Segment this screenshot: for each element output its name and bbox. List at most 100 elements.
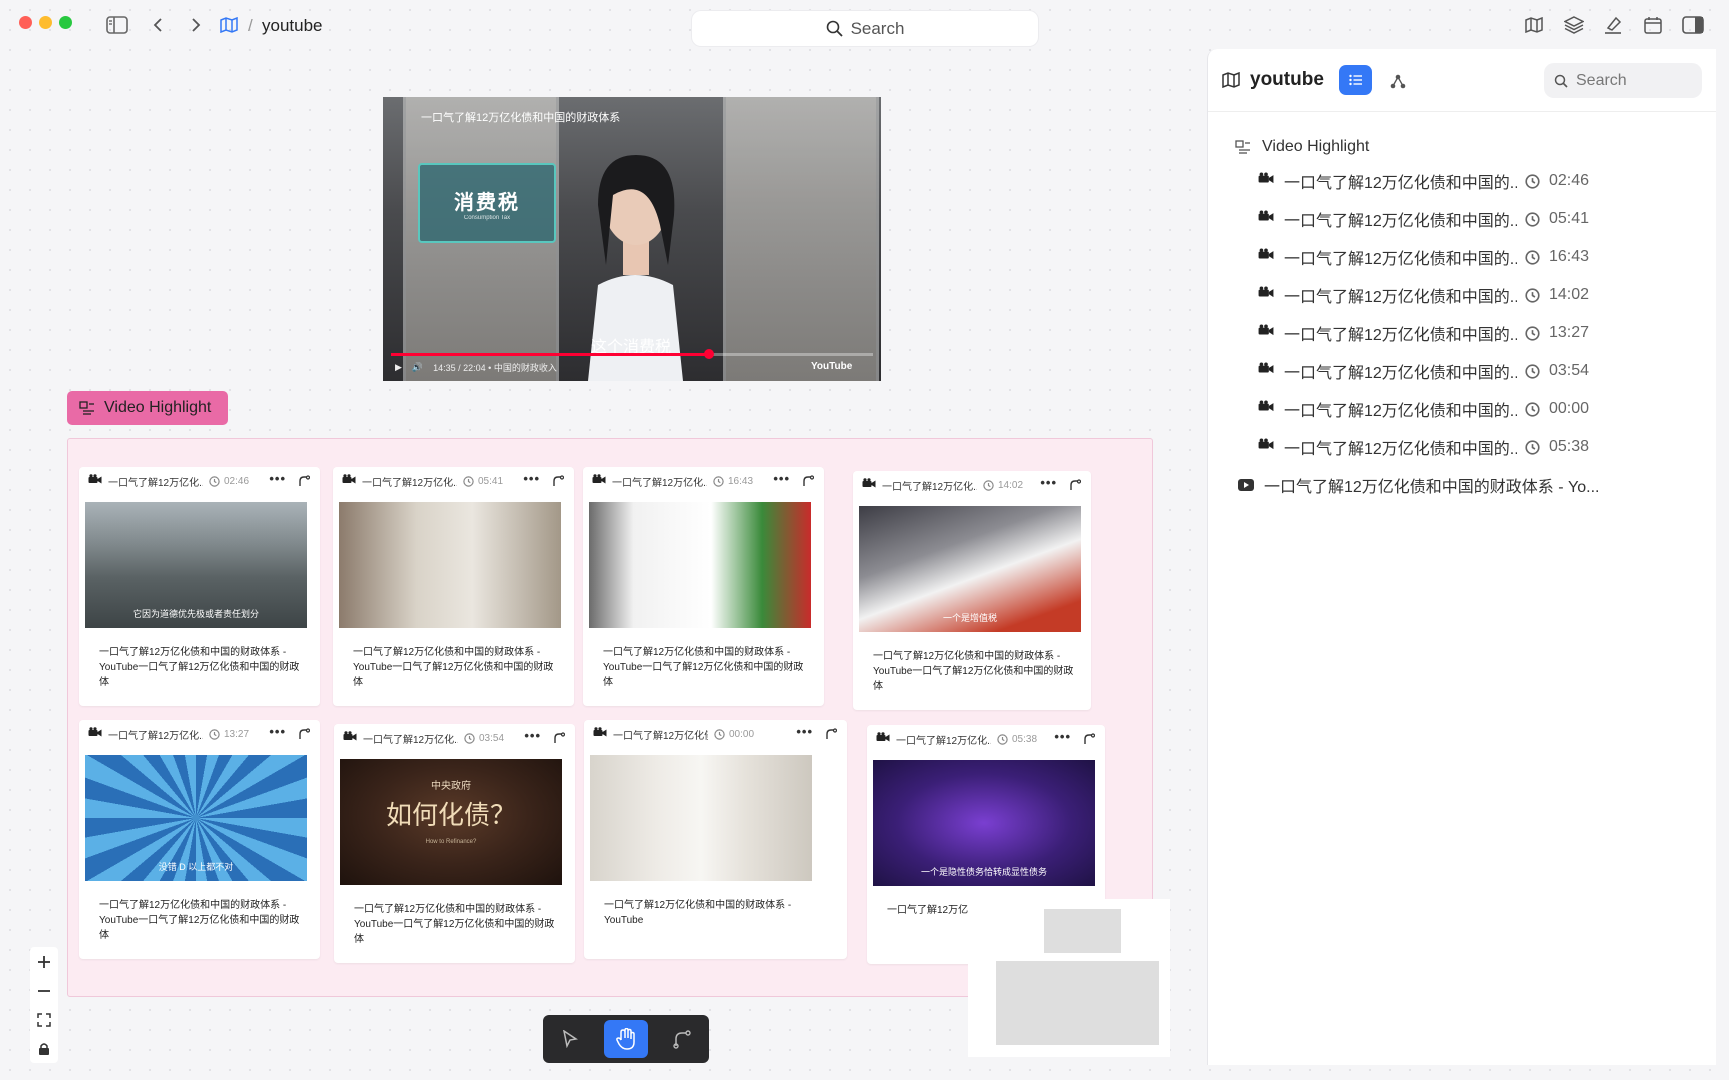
link-icon[interactable] (552, 475, 565, 490)
embedded-video-player[interactable]: 一口气了解12万亿化债和中国的财政体系 消费税 Consumption Tax … (383, 97, 881, 381)
video-thumbnail[interactable]: 它因为道德优先极或者责任划分 (85, 502, 307, 628)
link-icon[interactable] (1083, 733, 1096, 748)
more-options-icon[interactable]: ••• (1040, 475, 1057, 490)
global-search-input[interactable]: Search (692, 11, 1038, 46)
map-view-icon[interactable] (1523, 14, 1545, 36)
video-progress-knob[interactable] (704, 349, 715, 359)
card-header: 一口气了解12万亿化... 16:43 ••• (592, 471, 816, 490)
tree-item-label: 一口气了解12万亿化债和中国的... (1284, 251, 1517, 268)
more-options-icon[interactable]: ••• (773, 471, 790, 486)
more-options-icon[interactable]: ••• (269, 724, 286, 739)
tree-item-time: 14:02 (1549, 286, 1590, 303)
zoom-in-icon[interactable] (30, 947, 58, 976)
tree-item-video-highlight[interactable]: 一口气了解12万亿化债和中国的... 02:46 (1258, 167, 1589, 195)
clock-icon (464, 732, 475, 744)
list-view-button[interactable] (1339, 65, 1372, 95)
thumbnail-caption: 它因为道德优先极或者责任划分 (132, 609, 259, 619)
tree-item-video-highlight[interactable]: 一口气了解12万亿化债和中国的... 13:27 (1258, 319, 1589, 347)
hand-tool-icon[interactable] (604, 1020, 648, 1058)
tree-item-label: 一口气了解12万亿化债和中国的... (1284, 327, 1517, 344)
bookshelf-right (723, 97, 879, 381)
video-thumbnail[interactable] (339, 502, 561, 628)
tree-item-video-highlight[interactable]: 一口气了解12万亿化债和中国的... 05:38 (1258, 433, 1589, 461)
link-icon[interactable] (1069, 479, 1082, 494)
minimize-window-button[interactable] (39, 16, 52, 29)
sidebar-toggle-icon[interactable] (106, 14, 128, 36)
video-camera-icon (343, 731, 357, 745)
zoom-out-icon[interactable] (30, 976, 58, 1005)
link-icon[interactable] (825, 728, 838, 743)
thumb-big-text: 如何化债？ (385, 801, 516, 830)
video-thumbnail[interactable]: 中央政府 如何化债？ How to Refinance? (340, 759, 562, 885)
video-highlight-tag[interactable]: Video Highlight (67, 391, 228, 425)
highlight-card[interactable]: 一口气了解12万亿化债和... 00:00 ••• 一口气了解12万亿化债和中国的财政… (584, 720, 847, 959)
link-icon[interactable] (298, 475, 311, 490)
tree-item-source-video[interactable]: 一口气了解12万亿化债和中国的财政体系 - Yo... (1238, 471, 1599, 499)
right-panel-toggle-icon[interactable] (1682, 14, 1704, 36)
more-options-icon[interactable]: ••• (1054, 729, 1071, 744)
more-options-icon[interactable]: ••• (269, 471, 286, 486)
highlight-card[interactable]: 一口气了解12万亿化... 05:41 ••• 一口气了解12万亿化债和中国的财政体系… (333, 467, 574, 706)
link-icon[interactable] (553, 732, 566, 747)
card-time: 14:02 (998, 479, 1024, 491)
video-progress-bar[interactable] (391, 349, 873, 359)
tree-item-video-highlight[interactable]: 一口气了解12万亿化债和中国的... 14:02 (1258, 281, 1589, 309)
volume-icon[interactable]: 🔊 (412, 362, 423, 373)
more-options-icon[interactable]: ••• (523, 471, 540, 486)
canvas-toolbar (543, 1015, 709, 1063)
tree-group-video-highlight[interactable]: Video Highlight (1234, 133, 1369, 161)
play-icon[interactable]: ▶ (395, 362, 402, 373)
layers-icon[interactable] (1563, 14, 1585, 36)
tree-item-time: 13:27 (1549, 324, 1590, 341)
tree-item-video-highlight[interactable]: 一口气了解12万亿化债和中国的... 03:54 (1258, 357, 1589, 385)
video-thumbnail[interactable]: 一个是增值税 (859, 506, 1081, 632)
card-time: 16:43 (728, 475, 754, 487)
video-thumbnail[interactable]: 一个是隐性债务恰转成显性债务 (873, 760, 1095, 886)
video-thumbnail[interactable] (590, 755, 812, 881)
tree-item-video-highlight[interactable]: 一口气了解12万亿化债和中国的... 00:00 (1258, 395, 1589, 423)
card-description: 一口气了解12万亿化债和中国的财政体系 - YouTube一口气了解12万亿化债… (603, 647, 804, 688)
video-thumbnail[interactable]: 没错 D 以上都不对 (85, 755, 307, 881)
map-icon[interactable] (218, 14, 240, 36)
tree-item-video-highlight[interactable]: 一口气了解12万亿化债和中国的... 05:41 (1258, 205, 1589, 233)
video-thumbnail[interactable] (589, 502, 811, 628)
highlight-card[interactable]: 一口气了解12万亿化... 03:54 ••• 中央政府 如何化债？ How to Ref… (334, 724, 575, 963)
graph-icon (1390, 74, 1406, 89)
video-camera-icon (1258, 400, 1274, 418)
tree-item-time: 05:41 (1549, 210, 1590, 227)
panel-search-input[interactable]: Search (1544, 63, 1702, 98)
video-controls: ▶ 🔊 14:35 / 22:04 • 中国的财政收入 (395, 361, 557, 374)
connector-tool-icon[interactable] (660, 1020, 704, 1058)
video-camera-icon (1258, 286, 1274, 304)
close-window-button[interactable] (19, 16, 32, 29)
global-search-placeholder: Search (850, 18, 905, 38)
highlighter-icon[interactable] (1602, 14, 1624, 36)
tree-item-label: 一口气了解12万亿化债和中国的... (1284, 289, 1517, 306)
more-options-icon[interactable]: ••• (796, 724, 813, 739)
highlight-card[interactable]: 一口气了解12万亿化... 13:27 ••• 没错 D 以上都不对 一口气了解12万亿… (79, 720, 320, 959)
breadcrumb-title[interactable]: youtube (262, 16, 323, 36)
tree-item-video-highlight[interactable]: 一口气了解12万亿化债和中国的... 16:43 (1258, 243, 1589, 271)
link-icon[interactable] (802, 475, 815, 490)
back-arrow-icon[interactable] (147, 14, 169, 36)
highlight-card[interactable]: 一口气了解12万亿化... 16:43 ••• 一口气了解12万亿化债和中国的财政体系… (583, 467, 824, 706)
video-camera-icon (1258, 172, 1274, 190)
tree-item-label: 一口气了解12万亿化债和中国的... (1284, 175, 1517, 192)
lock-icon[interactable] (30, 1034, 58, 1063)
video-camera-icon (1258, 438, 1274, 456)
graph-view-button[interactable] (1384, 67, 1412, 95)
select-tool-icon[interactable] (548, 1020, 592, 1058)
link-icon[interactable] (298, 728, 311, 743)
map-icon (1222, 72, 1240, 88)
highlight-card[interactable]: 一口气了解12万亿化... 02:46 ••• 它因为道德优先极或者责任划分 一口气了解… (79, 467, 320, 706)
zoom-window-button[interactable] (59, 16, 72, 29)
youtube-logo[interactable]: YouTube (811, 361, 852, 372)
clock-icon (1525, 439, 1540, 455)
more-options-icon[interactable]: ••• (524, 728, 541, 743)
fit-screen-icon[interactable] (30, 1005, 58, 1034)
calendar-icon[interactable] (1642, 14, 1664, 36)
video-highlight-label: Video Highlight (104, 399, 212, 416)
forward-arrow-icon[interactable] (185, 14, 207, 36)
highlight-card[interactable]: 一口气了解12万亿化... 14:02 ••• 一个是增值税 一口气了解12万亿化债和中… (853, 471, 1091, 710)
card-header: 一口气了解12万亿化... 14:02 ••• (862, 475, 1083, 494)
